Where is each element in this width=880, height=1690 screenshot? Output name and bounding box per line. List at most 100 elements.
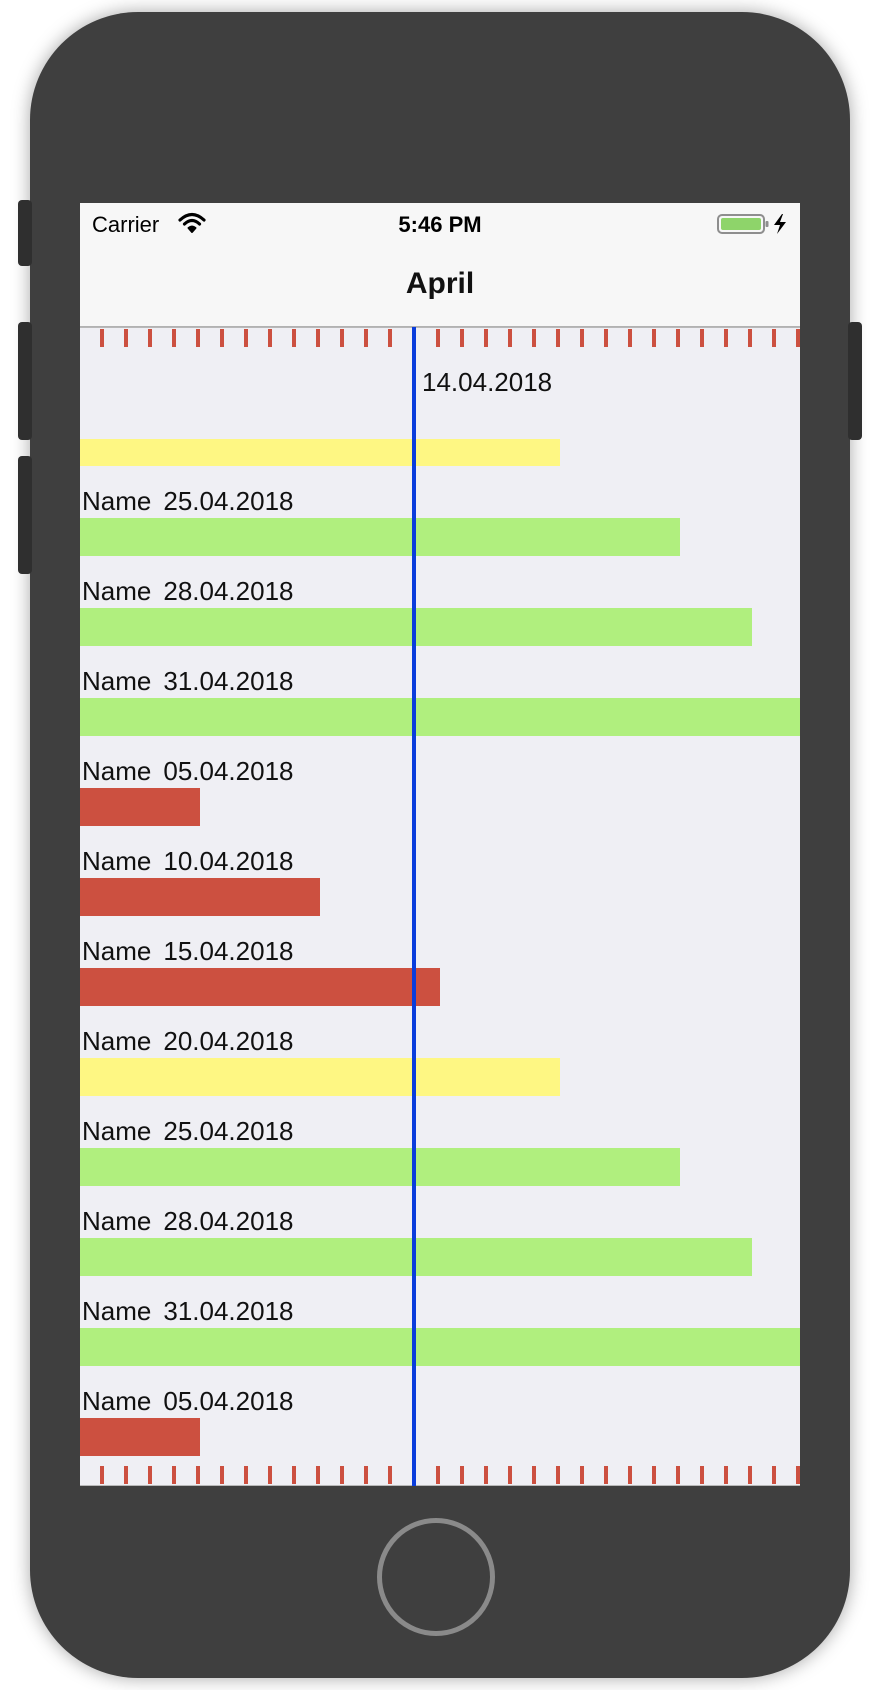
- status-time: 5:46 PM: [398, 212, 482, 237]
- row-label: Name 25.04.2018: [82, 1116, 294, 1147]
- ruler-tick: [196, 1466, 200, 1484]
- gantt-row[interactable]: Name 25.04.2018: [80, 1083, 800, 1186]
- ruler-tick: [460, 329, 464, 347]
- row-label: Name 10.04.2018: [82, 846, 294, 877]
- row-name: Name: [82, 486, 152, 516]
- row-label: Name 05.04.2018: [82, 756, 294, 787]
- gantt-row[interactable]: Name 31.04.2018: [80, 633, 800, 736]
- ruler-tick: [532, 329, 536, 347]
- ruler-tick: [148, 1466, 152, 1484]
- today-marker-line: [412, 327, 416, 1486]
- gantt-row[interactable]: Name 25.04.2018: [80, 453, 800, 556]
- row-label: Name 28.04.2018: [82, 1206, 294, 1237]
- ruler-tick: [172, 329, 176, 347]
- ruler-tick: [604, 329, 608, 347]
- app-screen: Carrier 5:46 PM April 14.04.2018 Name 20.…: [80, 203, 800, 1486]
- ruler-tick: [628, 1466, 632, 1484]
- ruler-tick: [532, 1466, 536, 1484]
- ruler-tick: [628, 329, 632, 347]
- row-date: 25.04.2018: [163, 1116, 294, 1146]
- row-date: 20.04.2018: [163, 1026, 294, 1056]
- row-label: Name 25.04.2018: [82, 486, 294, 517]
- ruler-tick: [148, 329, 152, 347]
- row-name: Name: [82, 936, 152, 966]
- row-label: Name 31.04.2018: [82, 1296, 294, 1327]
- row-date: 28.04.2018: [163, 1206, 294, 1236]
- row-name: Name: [82, 666, 152, 696]
- row-date: 05.04.2018: [163, 1386, 294, 1416]
- ruler-tick: [388, 1466, 392, 1484]
- row-date: 31.04.2018: [163, 666, 294, 696]
- ruler-tick: [652, 1466, 656, 1484]
- gantt-row[interactable]: Name 28.04.2018: [80, 1173, 800, 1276]
- ruler-tick: [508, 1466, 512, 1484]
- ruler-tick: [292, 1466, 296, 1484]
- row-label: Name 28.04.2018: [82, 576, 294, 607]
- ruler-tick: [388, 329, 392, 347]
- ruler-tick: [268, 1466, 272, 1484]
- row-label: Name 15.04.2018: [82, 936, 294, 967]
- gantt-row[interactable]: Name 15.04.2018: [80, 903, 800, 1006]
- power-button: [848, 322, 862, 440]
- ruler-tick: [748, 1466, 752, 1484]
- row-name: Name: [82, 1296, 152, 1326]
- timeline-content[interactable]: 14.04.2018 Name20.04.2018Name25.04.2018N…: [80, 327, 800, 1486]
- gantt-row[interactable]: Name 10.04.2018: [80, 813, 800, 916]
- ruler-tick: [604, 1466, 608, 1484]
- gantt-row[interactable]: Name20.04.2018: [80, 439, 800, 466]
- ruler-tick: [124, 329, 128, 347]
- row-name: Name: [82, 846, 152, 876]
- gantt-row[interactable]: Name 28.04.2018: [80, 543, 800, 646]
- ruler-tick: [196, 329, 200, 347]
- ruler-tick: [676, 1466, 680, 1484]
- ruler-tick: [556, 329, 560, 347]
- gantt-row[interactable]: Name 20.04.2018: [80, 993, 800, 1096]
- ruler-tick: [220, 1466, 224, 1484]
- ruler-tick: [700, 1466, 704, 1484]
- ruler-tick: [460, 1466, 464, 1484]
- ruler-tick: [748, 329, 752, 347]
- ruler-tick: [580, 329, 584, 347]
- ruler-tick: [724, 329, 728, 347]
- ruler-tick: [796, 1466, 800, 1484]
- volume-up-button: [18, 322, 32, 440]
- gantt-row[interactable]: Name 05.04.2018: [80, 1353, 800, 1456]
- ruler-tick: [316, 1466, 320, 1484]
- ruler-tick: [556, 1466, 560, 1484]
- current-date-label: 14.04.2018: [422, 367, 553, 397]
- ruler-tick: [580, 1466, 584, 1484]
- status-bar: Carrier 5:46 PM: [80, 203, 800, 243]
- battery-charging-icon: [717, 214, 786, 234]
- gantt-row[interactable]: Name 31.04.2018: [80, 1263, 800, 1366]
- timeline-ruler-bottom: [80, 1466, 800, 1486]
- home-button[interactable]: [377, 1518, 495, 1636]
- ruler-tick: [436, 1466, 440, 1484]
- ruler-tick: [508, 329, 512, 347]
- bars-scroll-area[interactable]: Name20.04.2018Name25.04.2018Name28.04.20…: [80, 439, 800, 1486]
- ruler-tick: [340, 329, 344, 347]
- row-date: 28.04.2018: [163, 576, 294, 606]
- ruler-tick: [316, 329, 320, 347]
- timeline-ruler-top: [80, 327, 800, 347]
- row-name: Name: [82, 756, 152, 786]
- ruler-tick: [244, 329, 248, 347]
- ruler-tick: [700, 329, 704, 347]
- row-label: Name 05.04.2018: [82, 1386, 294, 1417]
- row-progress-bar: [80, 1418, 200, 1456]
- ruler-tick: [364, 1466, 368, 1484]
- ruler-tick: [172, 1466, 176, 1484]
- ruler-tick: [772, 1466, 776, 1484]
- ruler-tick: [100, 329, 104, 347]
- ruler-tick: [100, 1466, 104, 1484]
- row-name: Name: [82, 576, 152, 606]
- ruler-tick: [676, 329, 680, 347]
- ruler-tick: [484, 329, 488, 347]
- row-name: Name: [82, 1026, 152, 1056]
- page-title: April: [405, 267, 475, 300]
- ruler-tick: [268, 329, 272, 347]
- row-name: Name: [82, 1386, 152, 1416]
- volume-down-button: [18, 456, 32, 574]
- ruler-tick: [220, 329, 224, 347]
- gantt-row[interactable]: Name 05.04.2018: [80, 723, 800, 826]
- row-label: Name 31.04.2018: [82, 666, 294, 697]
